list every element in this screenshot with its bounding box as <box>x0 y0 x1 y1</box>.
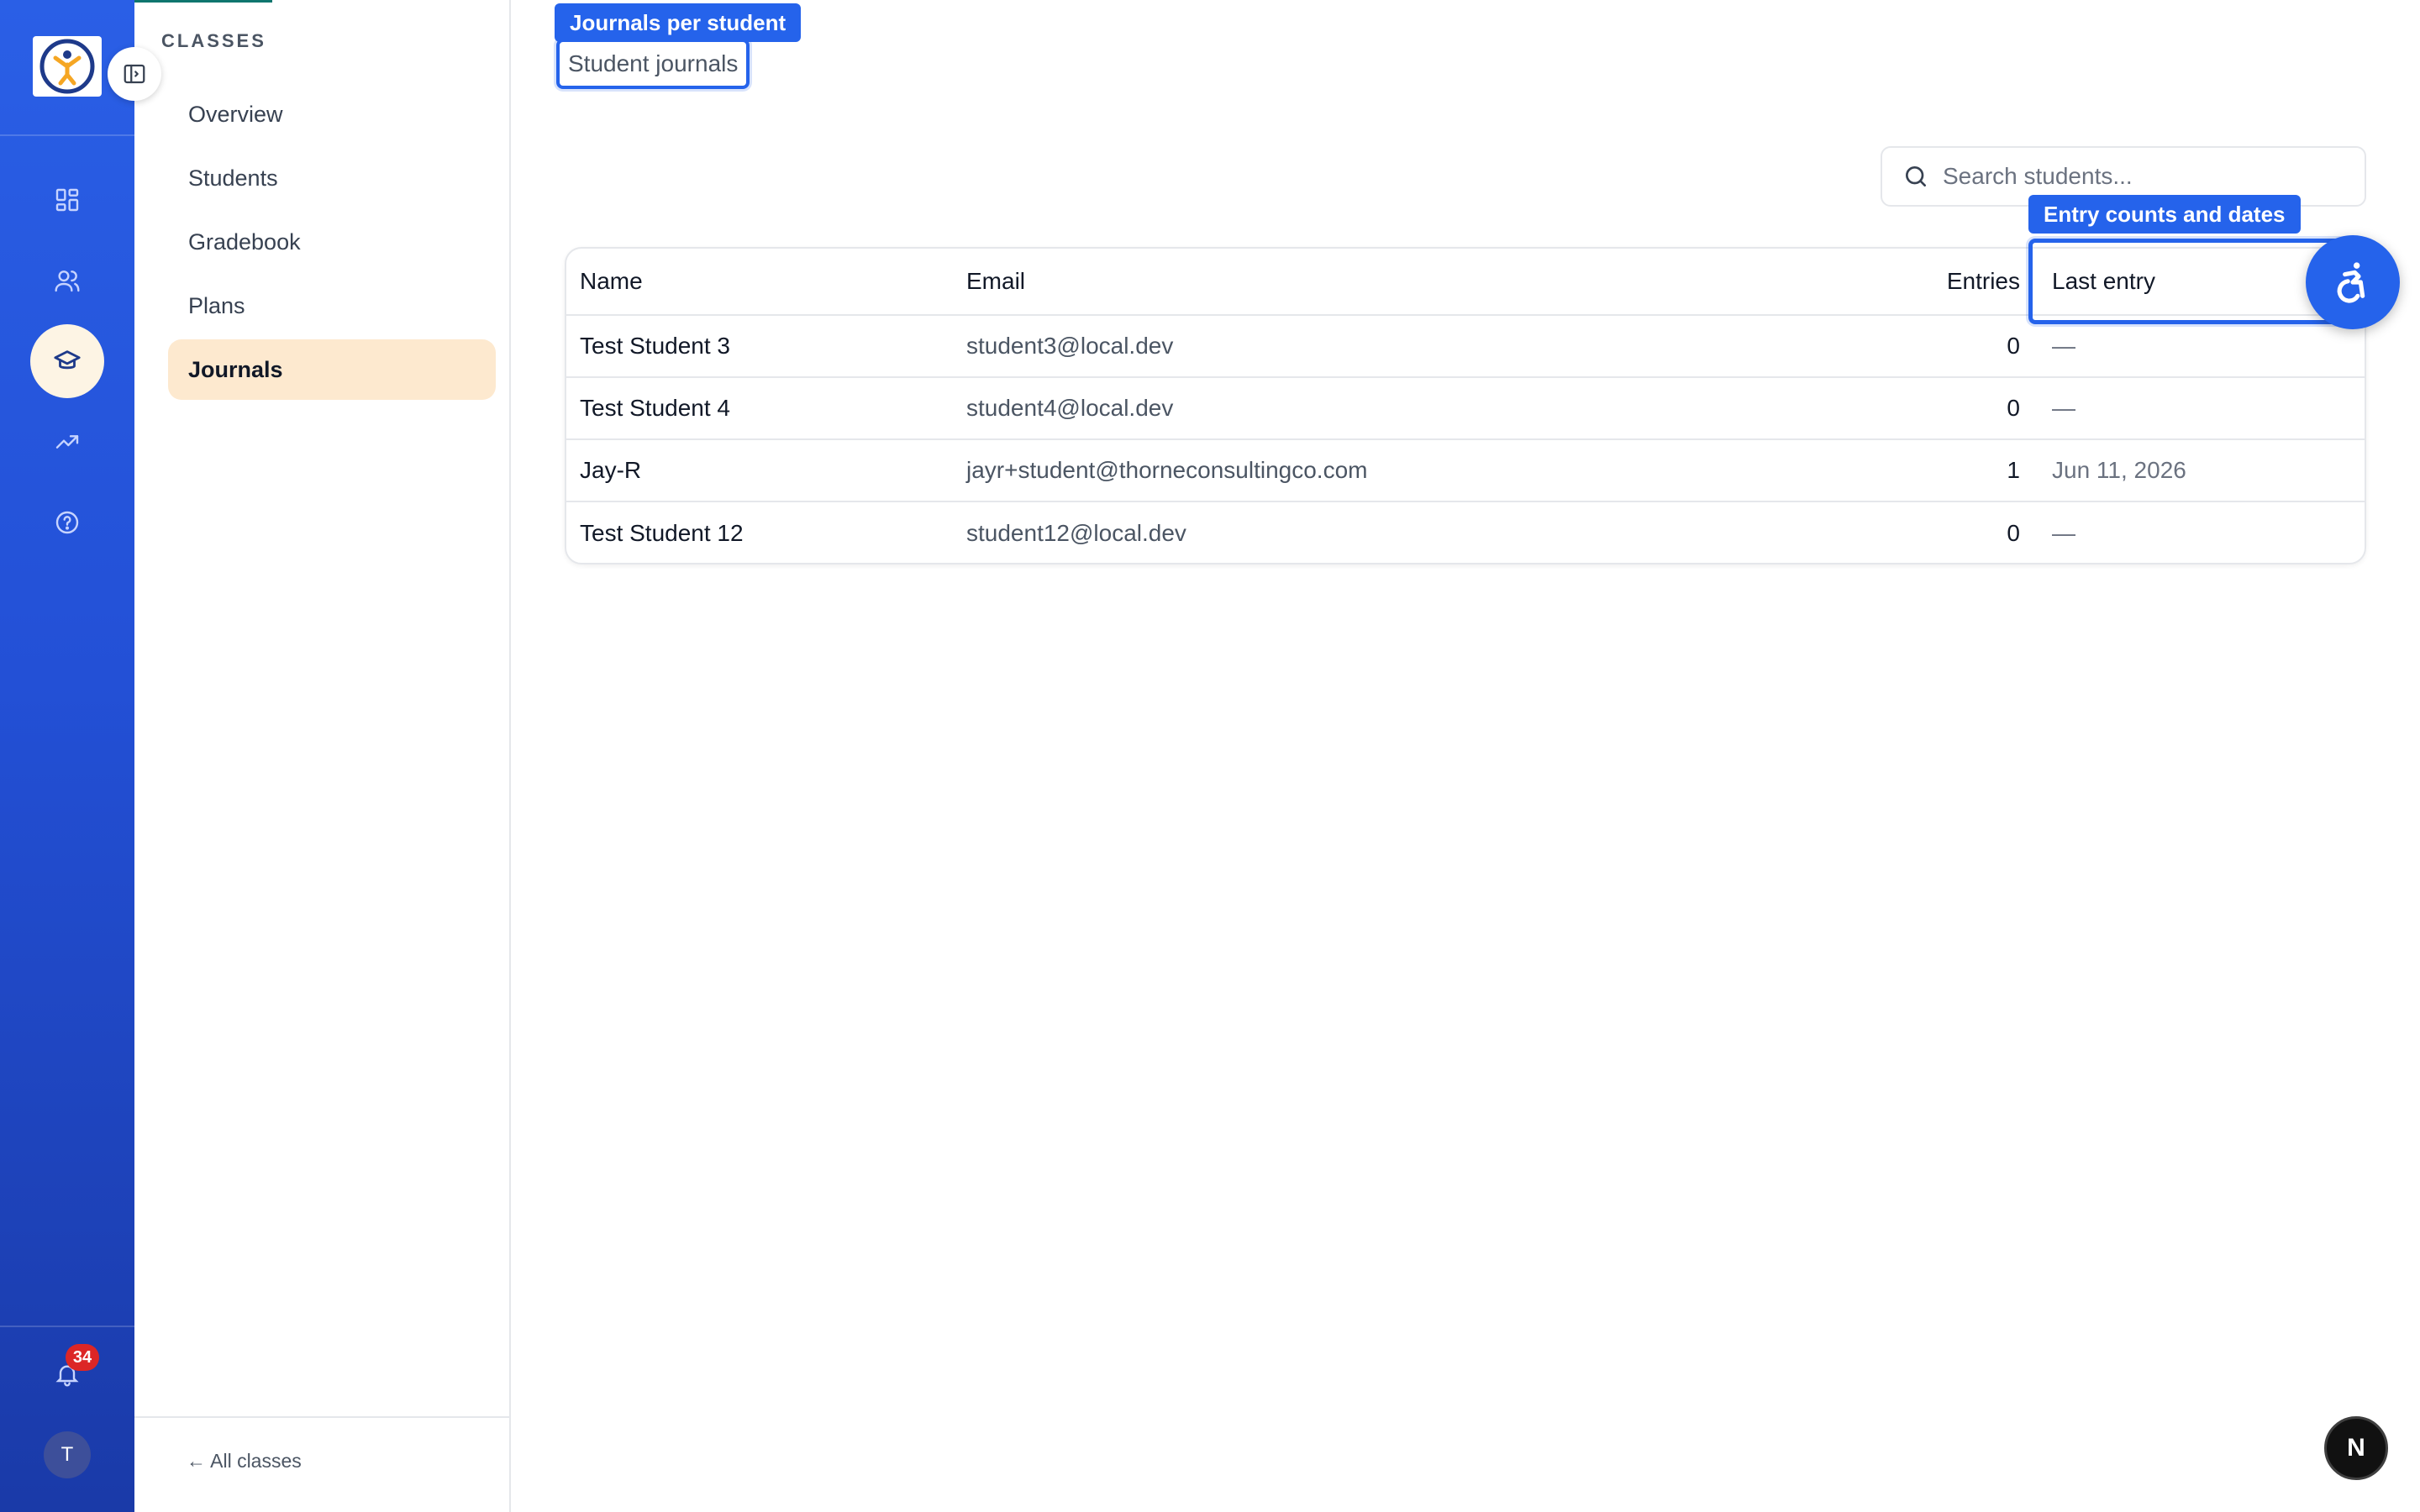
graduation-cap-icon <box>54 350 81 370</box>
student-email: student12@local.dev <box>966 520 1186 546</box>
app-logo[interactable] <box>33 36 102 97</box>
rail-users[interactable] <box>42 255 92 306</box>
sidebar-item-gradebook[interactable]: Gradebook <box>168 212 496 272</box>
search-input[interactable] <box>1943 163 2329 190</box>
sidebar-item-plans[interactable]: Plans <box>168 276 496 336</box>
logo-icon <box>39 39 95 94</box>
student-name: Test Student 4 <box>580 395 731 421</box>
users-icon <box>55 270 80 292</box>
rail-analytics[interactable] <box>42 417 92 467</box>
table-row[interactable]: Test Student 3 student3@local.dev 0 — <box>566 316 2365 378</box>
collapse-sidebar-button[interactable] <box>108 47 161 101</box>
icon-rail: 34 T <box>0 0 134 1512</box>
trending-up-icon <box>55 435 79 449</box>
sidebar-toggle-icon <box>124 64 145 84</box>
entry-count: 0 <box>2007 333 2020 359</box>
classes-sidebar: CLASSES Overview Students Gradebook Plan… <box>134 0 511 1512</box>
header-name[interactable]: Name <box>580 249 643 314</box>
entry-count: 1 <box>2007 457 2020 483</box>
student-email: jayr+student@thorneconsultingco.com <box>966 457 1368 483</box>
student-email: student3@local.dev <box>966 333 1174 359</box>
help-circle-icon <box>55 511 79 534</box>
avatar[interactable]: T <box>44 1431 91 1478</box>
entry-count: 0 <box>2007 520 2020 546</box>
last-entry-date: — <box>2052 520 2075 546</box>
table-row[interactable]: Test Student 12 student12@local.dev 0 — <box>566 502 2365 563</box>
header-entries[interactable]: Entries <box>1947 249 2020 314</box>
student-name: Jay-R <box>580 457 642 483</box>
header-email[interactable]: Email <box>966 249 1025 314</box>
column-annotation-tag: Entry counts and dates <box>2028 195 2301 234</box>
student-name: Test Student 3 <box>580 333 731 359</box>
search-icon <box>1906 166 1926 186</box>
rail-divider <box>0 1326 134 1327</box>
entry-count: 0 <box>2007 395 2020 421</box>
rail-divider <box>0 134 134 136</box>
table-row[interactable]: Test Student 4 student4@local.dev 0 — <box>566 378 2365 440</box>
progress-bar <box>134 0 272 3</box>
student-email: student4@local.dev <box>966 395 1174 421</box>
page-title: Student journals <box>556 39 750 89</box>
rail-classes[interactable] <box>30 324 104 398</box>
sidebar-item-students[interactable]: Students <box>168 148 496 208</box>
accessibility-button[interactable] <box>2306 235 2400 329</box>
all-classes-link[interactable]: ← All classes <box>187 1450 302 1473</box>
sidebar-item-overview[interactable]: Overview <box>168 84 496 144</box>
last-entry-date: Jun 11, 2026 <box>2052 457 2186 483</box>
dashboard-icon <box>55 188 79 212</box>
last-entry-date: — <box>2052 333 2075 359</box>
notifications-badge: 34 <box>66 1344 99 1371</box>
rail-dashboard[interactable] <box>42 175 92 225</box>
accessibility-icon <box>2337 262 2365 303</box>
sidebar-heading: CLASSES <box>161 30 266 51</box>
divider <box>134 1416 509 1418</box>
student-name: Test Student 12 <box>580 520 744 546</box>
title-annotation-tag: Journals per student <box>555 3 802 42</box>
rail-help[interactable] <box>42 497 92 548</box>
nextjs-dev-button[interactable]: N <box>2324 1416 2388 1480</box>
last-entry-date: — <box>2052 395 2075 421</box>
table-row[interactable]: Jay-R jayr+student@thorneconsultingco.co… <box>566 440 2365 502</box>
sidebar-item-journals[interactable]: Journals <box>168 339 496 400</box>
